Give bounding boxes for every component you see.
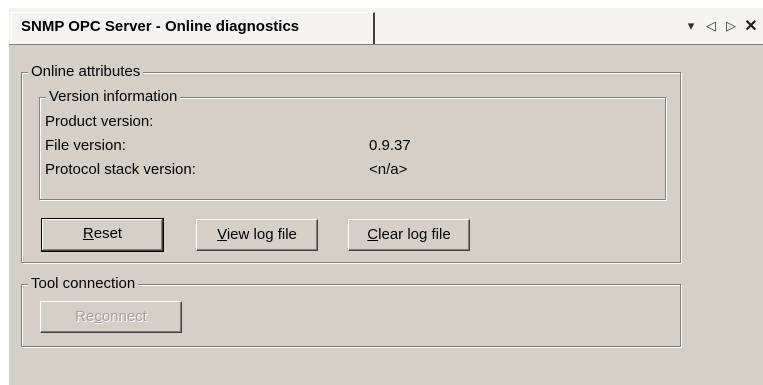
tab-prev-icon[interactable]: ◁ (703, 18, 719, 34)
file-version-label: File version: (45, 137, 126, 154)
tool-connection-group: Tool connection Reconnect (21, 275, 681, 347)
clear-log-file-button[interactable]: Clear log file (348, 219, 470, 251)
clear-log-label: lear log file (378, 226, 451, 243)
diagnostics-window: SNMP OPC Server - Online diagnostics ▾ ◁… (9, 8, 763, 385)
tab-online-diagnostics[interactable]: SNMP OPC Server - Online diagnostics (11, 12, 375, 44)
reset-button[interactable]: Reset (41, 218, 164, 252)
view-log-file-button[interactable]: View log file (196, 219, 318, 251)
reset-label: eset (93, 225, 123, 242)
tab-next-icon[interactable]: ▷ (723, 18, 739, 34)
reconnect-label-start: Re (75, 308, 95, 325)
online-attributes-legend: Online attributes (28, 63, 144, 81)
view-log-mnemonic: V (217, 226, 227, 243)
tab-title: SNMP OPC Server - Online diagnostics (21, 18, 300, 35)
close-icon[interactable]: ✕ (743, 16, 759, 36)
protocol-stack-version-value: <n/a> (369, 161, 408, 178)
view-log-label: iew log file (226, 226, 297, 243)
reconnect-label-end: onnect (101, 308, 147, 325)
file-version-value: 0.9.37 (369, 137, 411, 154)
protocol-stack-version-label: Protocol stack version: (45, 161, 196, 178)
reset-mnemonic: R (82, 225, 94, 242)
version-information-legend: Version information (46, 88, 181, 106)
tab-controls: ▾ ◁ ▷ ✕ (683, 16, 759, 36)
reconnect-mnemonic: c (94, 308, 102, 325)
online-attributes-group: Online attributes Version information Pr… (21, 63, 681, 263)
tab-dropdown-icon[interactable]: ▾ (683, 18, 699, 34)
product-version-label: Product version: (45, 113, 154, 130)
tool-connection-legend: Tool connection (28, 275, 139, 293)
clear-log-mnemonic: C (367, 226, 379, 243)
reconnect-button[interactable]: Reconnect (40, 301, 182, 333)
version-information-group: Version information Product version: Fil… (39, 88, 666, 200)
tab-bar: SNMP OPC Server - Online diagnostics ▾ ◁… (9, 8, 763, 45)
